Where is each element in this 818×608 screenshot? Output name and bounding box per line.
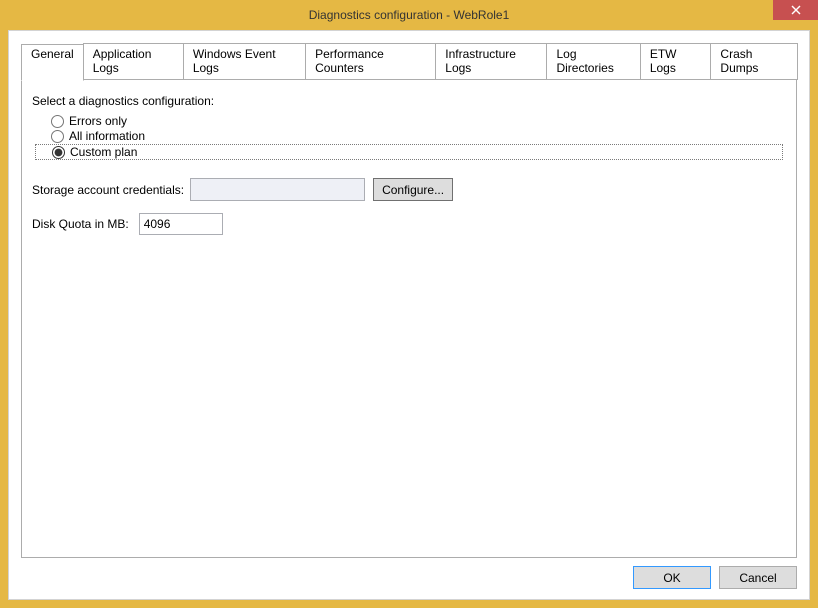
section-label: Select a diagnostics configuration: xyxy=(32,94,786,108)
disk-quota-input[interactable] xyxy=(139,213,223,235)
dialog-body: General Application Logs Windows Event L… xyxy=(8,30,810,600)
cancel-button[interactable]: Cancel xyxy=(719,566,797,589)
storage-credentials-input[interactable] xyxy=(190,178,365,201)
tab-infrastructure-logs[interactable]: Infrastructure Logs xyxy=(435,43,547,80)
tab-crash-dumps[interactable]: Crash Dumps xyxy=(710,43,798,80)
radio-custom-plan-label: Custom plan xyxy=(70,145,137,159)
tab-log-directories[interactable]: Log Directories xyxy=(546,43,640,80)
ok-button[interactable]: OK xyxy=(633,566,711,589)
close-icon xyxy=(791,5,801,15)
storage-row: Storage account credentials: Configure..… xyxy=(32,178,786,201)
radio-all-info-label: All information xyxy=(69,129,145,143)
tab-general[interactable]: General xyxy=(21,44,84,81)
tab-row: General Application Logs Windows Event L… xyxy=(21,43,797,80)
tab-windows-event-logs[interactable]: Windows Event Logs xyxy=(183,43,306,80)
diagnostics-radio-group: Errors only All information Custom plan xyxy=(32,112,786,164)
tab-panel-general: Select a diagnostics configuration: Erro… xyxy=(21,79,797,558)
configure-button[interactable]: Configure... xyxy=(373,178,453,201)
radio-errors-only-row[interactable]: Errors only xyxy=(35,114,783,128)
storage-label: Storage account credentials: xyxy=(32,183,184,197)
radio-errors-only[interactable] xyxy=(51,115,64,128)
tab-etw-logs[interactable]: ETW Logs xyxy=(640,43,712,80)
dialog-button-bar: OK Cancel xyxy=(21,566,797,589)
disk-quota-label: Disk Quota in MB: xyxy=(32,217,129,231)
radio-errors-only-label: Errors only xyxy=(69,114,127,128)
close-button[interactable] xyxy=(773,0,818,20)
radio-custom-plan-row[interactable]: Custom plan xyxy=(35,144,783,160)
title-bar: Diagnostics configuration - WebRole1 xyxy=(0,0,818,30)
disk-quota-row: Disk Quota in MB: xyxy=(32,213,786,235)
radio-all-info-row[interactable]: All information xyxy=(35,129,783,143)
radio-custom-plan[interactable] xyxy=(52,146,65,159)
radio-all-info[interactable] xyxy=(51,130,64,143)
tab-application-logs[interactable]: Application Logs xyxy=(83,43,184,80)
window-title: Diagnostics configuration - WebRole1 xyxy=(0,8,818,22)
tab-performance-counters[interactable]: Performance Counters xyxy=(305,43,436,80)
